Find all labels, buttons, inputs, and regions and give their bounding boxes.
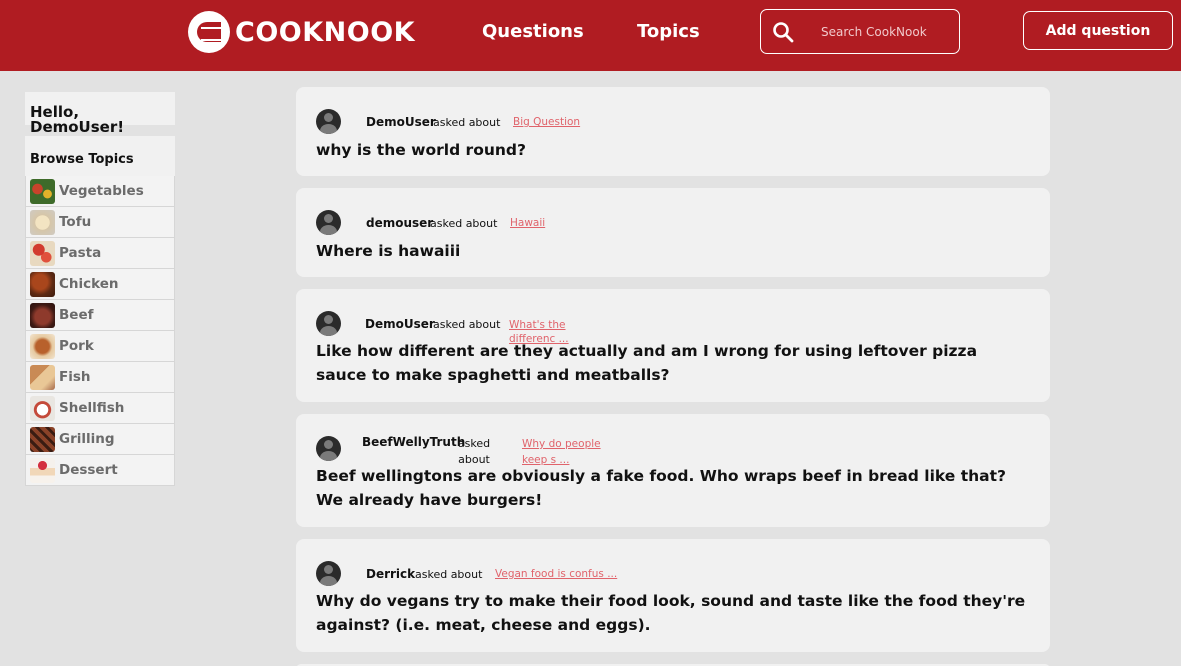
topic-label: Beef (59, 307, 94, 323)
dessert-thumbnail-icon (30, 457, 55, 483)
topic-label: Fish (59, 369, 91, 385)
topic-item-shellfish[interactable]: Shellfish (25, 393, 175, 424)
cooknook-logo[interactable]: COOKNOOK (188, 11, 415, 53)
top-nav-bar: COOKNOOK Questions Topics Add question (0, 0, 1181, 71)
question-author[interactable]: DemoUser (365, 317, 435, 331)
fish-thumbnail-icon (30, 364, 55, 390)
asked-about-text: asked about (433, 116, 501, 129)
question-text[interactable]: why is the world round? (316, 138, 1031, 162)
asked-about-text: asked about (433, 318, 501, 331)
question-topic-link[interactable]: Big Question (513, 116, 580, 128)
question-card[interactable]: demouser asked about Hawaii Where is haw… (296, 188, 1050, 277)
question-card[interactable]: DemoUser asked about Big Question why is… (296, 87, 1050, 176)
chicken-thumbnail-icon (30, 271, 55, 297)
search-box[interactable] (760, 9, 960, 54)
user-avatar-icon[interactable] (316, 561, 341, 586)
question-card[interactable]: Derrick asked about Vegan food is confus… (296, 539, 1050, 652)
topic-item-grilling[interactable]: Grilling (25, 424, 175, 455)
topic-label: Dessert (59, 462, 118, 478)
browse-topics-panel: Browse Topics Vegetables Tofu Pasta Chic… (25, 136, 175, 486)
topic-item-fish[interactable]: Fish (25, 362, 175, 393)
question-text[interactable]: Like how different are they actually and… (316, 339, 1031, 387)
logo-text: COOKNOOK (235, 16, 416, 48)
question-topic-link[interactable]: Hawaii (510, 217, 545, 229)
topic-label: Shellfish (59, 400, 125, 416)
topic-label: Chicken (59, 276, 119, 292)
pork-thumbnail-icon (30, 333, 55, 359)
topic-item-chicken[interactable]: Chicken (25, 269, 175, 300)
browse-topics-heading: Browse Topics (30, 152, 134, 167)
question-author[interactable]: Derrick (366, 567, 415, 581)
add-question-button[interactable]: Add question (1023, 11, 1173, 50)
question-text[interactable]: Why do vegans try to make their food loo… (316, 589, 1031, 637)
pasta-thumbnail-icon (30, 240, 55, 266)
user-avatar-icon[interactable] (316, 210, 341, 235)
search-icon[interactable] (763, 10, 803, 54)
topic-label: Pasta (59, 245, 102, 261)
grilling-thumbnail-icon (30, 426, 55, 452)
topic-label: Tofu (59, 214, 92, 230)
nav-questions-link[interactable]: Questions (482, 21, 584, 42)
question-topic-link[interactable]: Vegan food is confus ... (495, 568, 617, 580)
user-avatar-icon[interactable] (316, 311, 341, 336)
topic-item-dessert[interactable]: Dessert (25, 455, 175, 486)
tofu-thumbnail-icon (30, 209, 55, 235)
question-card[interactable]: BeefWellyTruth asked about Why do people… (296, 414, 1050, 527)
question-author[interactable]: BeefWellyTruth (362, 435, 465, 449)
question-card[interactable]: DemoUser asked about What's the differen… (296, 289, 1050, 402)
question-author[interactable]: demouser (366, 216, 433, 230)
topic-item-pork[interactable]: Pork (25, 331, 175, 362)
search-input[interactable] (821, 24, 951, 39)
user-avatar-icon[interactable] (316, 436, 341, 461)
question-text[interactable]: Where is hawaiii (316, 239, 1031, 263)
vegetables-thumbnail-icon (30, 178, 55, 204)
user-greeting: Hello, DemoUser! (25, 92, 175, 135)
topic-label: Pork (59, 338, 94, 354)
topic-item-tofu[interactable]: Tofu (25, 207, 175, 238)
topic-label: Vegetables (59, 183, 144, 199)
topic-label: Grilling (59, 431, 115, 447)
asked-about-text: asked about (430, 217, 498, 230)
topic-item-pasta[interactable]: Pasta (25, 238, 175, 269)
logo-icon (188, 11, 230, 53)
question-author[interactable]: DemoUser (366, 115, 436, 129)
question-text[interactable]: Beef wellingtons are obviously a fake fo… (316, 464, 1031, 512)
asked-about-text: asked about (415, 568, 483, 581)
topic-item-beef[interactable]: Beef (25, 300, 175, 331)
shellfish-thumbnail-icon (30, 395, 55, 421)
beef-thumbnail-icon (30, 302, 55, 328)
topic-item-vegetables[interactable]: Vegetables (25, 176, 175, 207)
user-avatar-icon[interactable] (316, 109, 341, 134)
nav-topics-link[interactable]: Topics (637, 21, 700, 42)
